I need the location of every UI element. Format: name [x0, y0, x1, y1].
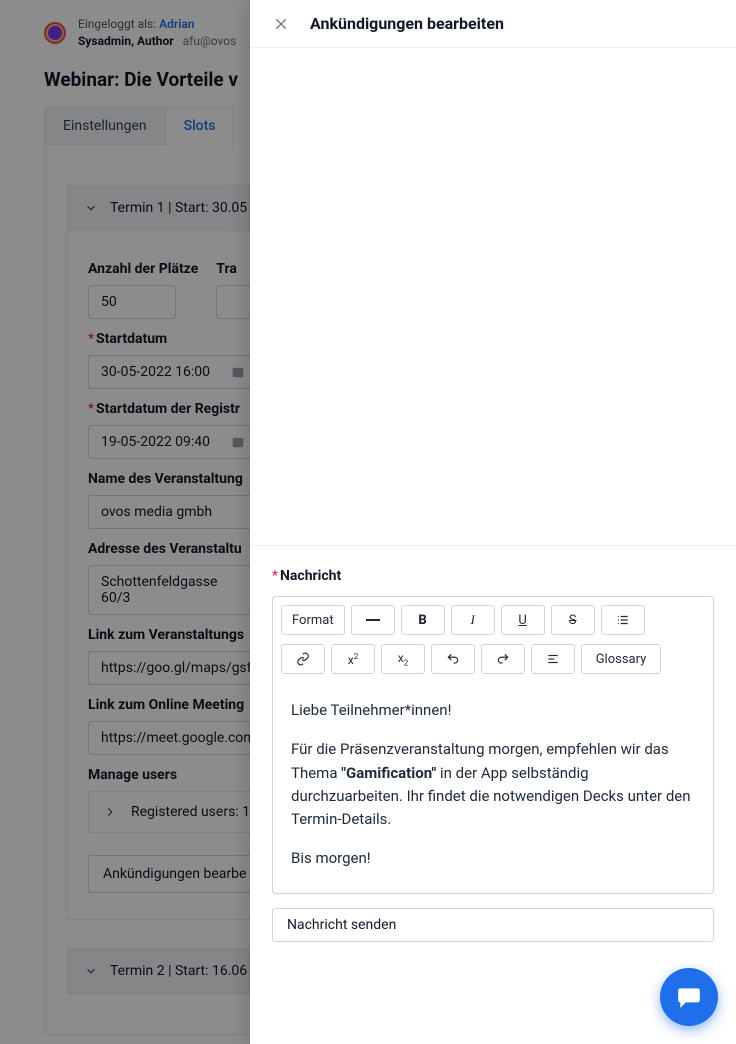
editor-paragraph: Bis morgen! — [291, 847, 695, 870]
close-icon[interactable] — [272, 15, 290, 33]
strikethrough-button[interactable]: S — [551, 605, 595, 635]
editor-content[interactable]: Liebe Teilnehmer*innen! Für die Präsenzv… — [273, 683, 713, 893]
hr-button[interactable] — [351, 605, 395, 635]
link-icon — [296, 652, 310, 666]
undo-icon — [446, 652, 460, 666]
drawer-header: Ankündigungen bearbeiten — [250, 0, 736, 48]
send-message-button[interactable]: Nachricht senden — [272, 908, 714, 942]
chat-fab[interactable] — [660, 968, 718, 1026]
undo-button[interactable] — [431, 644, 475, 674]
glossary-button[interactable]: Glossary — [581, 644, 661, 674]
rich-text-editor: Format B I U S x2 x2 — [272, 596, 714, 894]
editor-toolbar: Format B I U S — [273, 597, 713, 644]
subscript-button[interactable]: x2 — [381, 644, 425, 674]
superscript-button[interactable]: x2 — [331, 644, 375, 674]
format-button[interactable]: Format — [281, 605, 345, 635]
redo-button[interactable] — [481, 644, 525, 674]
drawer-title: Ankündigungen bearbeiten — [310, 14, 504, 33]
editor-toolbar-row2: x2 x2 Glossary — [273, 644, 713, 683]
bold-button[interactable]: B — [401, 605, 445, 635]
redo-icon — [496, 652, 510, 666]
hr-icon — [366, 619, 380, 621]
drawer-upper-area — [250, 66, 736, 546]
italic-button[interactable]: I — [451, 605, 495, 635]
link-button[interactable] — [281, 644, 325, 674]
list-icon — [616, 613, 630, 627]
editor-paragraph: Liebe Teilnehmer*innen! — [291, 699, 695, 722]
drawer: Ankündigungen bearbeiten *Nachricht Form… — [250, 0, 736, 1044]
list-button[interactable] — [601, 605, 645, 635]
editor-paragraph: Für die Präsenzveranstaltung morgen, emp… — [291, 738, 695, 831]
drawer-body: *Nachricht Format B I U S x2 x2 — [250, 48, 736, 1044]
underline-button[interactable]: U — [501, 605, 545, 635]
chat-icon — [676, 984, 702, 1010]
align-button[interactable] — [531, 644, 575, 674]
superscript-icon: x2 — [348, 652, 358, 667]
subscript-icon: x2 — [398, 651, 408, 667]
align-left-icon — [546, 652, 560, 666]
nachricht-label: *Nachricht — [272, 568, 714, 584]
